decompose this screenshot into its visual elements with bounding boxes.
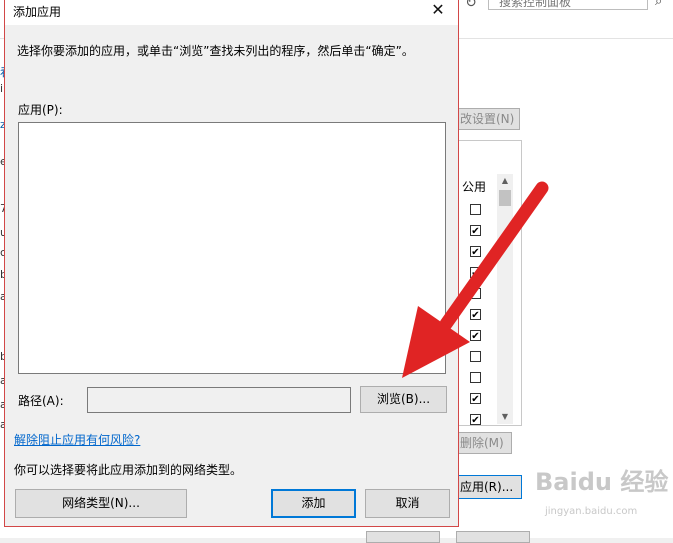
dialog-title: 添加应用: [13, 5, 62, 19]
public-column-header: 公用: [462, 180, 487, 194]
public-checkbox[interactable]: ✔: [470, 267, 481, 279]
apps-label: 应用(P):: [18, 103, 63, 117]
scroll-down-icon[interactable]: ▼: [497, 412, 513, 421]
path-label: 路径(A):: [18, 394, 64, 408]
remove-button[interactable]: 删除(M): [456, 432, 512, 454]
allowed-apps-scrollbar[interactable]: ▲ ▼: [497, 174, 513, 424]
change-settings-button[interactable]: 改设置(N): [456, 108, 520, 130]
refresh-icon[interactable]: ↻: [462, 0, 480, 12]
background-text-fragment: i: [0, 82, 4, 95]
close-icon[interactable]: ✕: [428, 0, 448, 20]
add-app-dialog: 添加应用 ✕ 选择你要添加的应用，或单击“浏览”查找未列出的程序，然后单击“确定…: [4, 0, 459, 527]
background-cancel-button[interactable]: [456, 531, 530, 543]
public-checkbox[interactable]: ✔: [470, 393, 481, 405]
public-checkbox[interactable]: ✔: [470, 246, 481, 258]
allow-another-app-button[interactable]: 应用(R)...: [456, 475, 522, 499]
dialog-title-bar[interactable]: 添加应用 ✕: [5, 0, 458, 25]
scroll-up-icon[interactable]: ▲: [497, 176, 513, 185]
watermark-logo: Baidu 经验: [535, 468, 669, 496]
public-checkbox[interactable]: ✔: [470, 330, 481, 342]
network-types-button[interactable]: 网络类型(N)...: [15, 489, 187, 518]
allowed-apps-list[interactable]: 公用 ✔ ✔ ✔ ✔ ✔ ✔ ✔ ▲ ▼: [456, 140, 522, 426]
public-checkbox[interactable]: [470, 288, 481, 299]
path-input[interactable]: [87, 387, 351, 413]
unblock-risk-link[interactable]: 解除阻止应用有何风险?: [14, 431, 140, 448]
control-panel-search-input[interactable]: 搜索控制面板: [488, 0, 648, 10]
public-checkbox[interactable]: ✔: [470, 309, 481, 321]
browse-button[interactable]: 浏览(B)...: [360, 386, 447, 413]
public-checkbox[interactable]: [470, 372, 481, 383]
apps-listbox[interactable]: [18, 122, 446, 374]
dialog-instruction: 选择你要添加的应用，或单击“浏览”查找未列出的程序，然后单击“确定”。: [17, 44, 414, 58]
network-type-hint: 你可以选择要将此应用添加到的网络类型。: [14, 463, 243, 477]
background-ok-button[interactable]: [366, 531, 440, 543]
public-checkbox[interactable]: ✔: [470, 225, 481, 237]
cancel-button[interactable]: 取消: [365, 489, 450, 518]
scroll-thumb[interactable]: [499, 190, 511, 206]
public-checkbox[interactable]: [470, 204, 481, 215]
public-checkbox[interactable]: ✔: [470, 414, 481, 426]
public-checkbox[interactable]: [470, 351, 481, 362]
search-icon[interactable]: ⌕: [655, 0, 662, 9]
add-button[interactable]: 添加: [271, 489, 356, 518]
watermark-url: jingyan.baidu.com: [545, 506, 638, 517]
